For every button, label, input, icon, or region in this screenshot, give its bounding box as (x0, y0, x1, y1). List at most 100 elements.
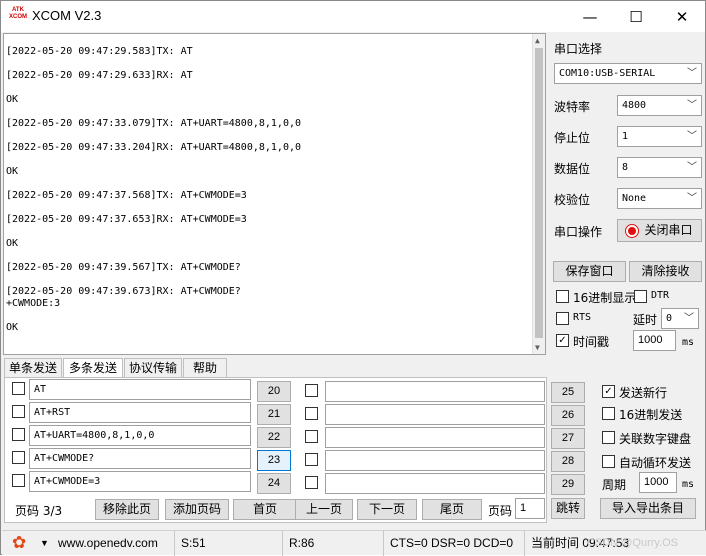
parity-value: None (622, 193, 647, 204)
close-button[interactable]: ✕ (659, 1, 705, 32)
multi-send-button[interactable]: 29 (551, 474, 585, 495)
period-unit: ms (682, 479, 695, 490)
receive-line: [2022-05-20 09:47:37.653]RX: AT+CWMODE=3 (6, 214, 247, 225)
period-input[interactable]: 1000 (639, 472, 677, 493)
parity-select[interactable]: None ﹀ (617, 188, 702, 209)
tab-single-send[interactable]: 单条发送 (4, 358, 62, 378)
multi-send-field[interactable]: AT (29, 379, 251, 400)
port-op-label: 串口操作 (554, 225, 603, 239)
auto-loop-label: 自动循环发送 (619, 456, 692, 470)
tab-protocol[interactable]: 协议传输 (124, 358, 182, 378)
multi-send-field[interactable] (325, 404, 545, 425)
multi-send-button[interactable]: 28 (551, 451, 585, 472)
baud-select[interactable]: 4800 ﹀ (617, 95, 702, 116)
multi-send-button[interactable]: 26 (551, 405, 585, 426)
clear-receive-button[interactable]: 清除接收 (629, 261, 702, 282)
minimize-button[interactable]: — (567, 1, 613, 32)
maximize-button[interactable]: ☐ (613, 1, 659, 32)
multi-checkbox[interactable] (305, 453, 318, 466)
chevron-down-icon: ﹀ (684, 313, 694, 324)
timestamp-checkbox[interactable]: ✓ (556, 334, 569, 347)
multi-checkbox[interactable] (305, 384, 318, 397)
remove-page-button[interactable]: 移除此页 (95, 499, 159, 520)
baud-value: 4800 (622, 100, 647, 111)
multi-send-button[interactable]: 25 (551, 382, 585, 403)
databits-label: 数据位 (554, 162, 591, 176)
hex-send-label: 16进制发送 (619, 408, 683, 422)
tab-multi-send[interactable]: 多条发送 (63, 358, 123, 378)
databits-select[interactable]: 8 ﹀ (617, 157, 702, 178)
prev-page-button[interactable]: 上一页 (295, 499, 353, 520)
chevron-down-icon: ﹀ (687, 131, 697, 142)
baud-label: 波特率 (554, 100, 591, 114)
multi-send-field[interactable] (325, 473, 545, 494)
multi-checkbox[interactable] (305, 430, 318, 443)
port-label: 串口选择 (554, 42, 603, 56)
import-export-button[interactable]: 导入导出条目 (600, 498, 696, 519)
multi-checkbox[interactable] (305, 476, 318, 489)
stopbits-select[interactable]: 1 ﹀ (617, 126, 702, 147)
scroll-thumb[interactable] (535, 48, 543, 338)
receive-textarea[interactable]: [2022-05-20 09:47:29.583]TX: AT [2022-05… (3, 33, 546, 355)
send-newline-label: 发送新行 (619, 386, 668, 400)
hex-display-checkbox[interactable] (556, 290, 569, 303)
title-bar: ATK XCOM XCOM V2.3 — ☐ ✕ (1, 1, 705, 32)
link-keypad-checkbox[interactable] (602, 431, 615, 444)
multi-send-field[interactable] (325, 450, 545, 471)
close-port-button[interactable]: 关闭串口 (617, 219, 702, 242)
page-number-input[interactable]: 1 (515, 498, 545, 519)
multi-checkbox[interactable] (12, 405, 25, 418)
multi-checkbox[interactable] (305, 407, 318, 420)
multi-send-button[interactable]: 20 (257, 381, 291, 402)
multi-checkbox[interactable] (12, 428, 25, 441)
last-page-button[interactable]: 尾页 (422, 499, 482, 520)
first-page-button[interactable]: 首页 (233, 499, 297, 520)
status-website[interactable]: www.openedv.com (52, 531, 175, 556)
port-value: COM10:USB-SERIAL (559, 68, 656, 79)
gear-icon[interactable]: ✿ (12, 534, 26, 552)
send-newline-checkbox[interactable]: ✓ (602, 385, 615, 398)
jump-button[interactable]: 跳转 (551, 498, 585, 519)
receive-line: [2022-05-20 09:47:29.583]TX: AT (6, 46, 193, 57)
multi-checkbox[interactable] (12, 382, 25, 395)
port-select[interactable]: COM10:USB-SERIAL ﹀ (554, 63, 702, 84)
add-page-button[interactable]: 添加页码 (165, 499, 229, 520)
multi-checkbox[interactable] (12, 451, 25, 464)
save-window-button[interactable]: 保存窗口 (553, 261, 626, 282)
multi-send-field[interactable]: AT+RST (29, 402, 251, 423)
multi-checkbox[interactable] (12, 474, 25, 487)
delay-select[interactable]: 0 ﹀ (661, 308, 699, 329)
hex-send-checkbox[interactable] (602, 407, 615, 420)
multi-send-field[interactable]: AT+CWMODE? (29, 448, 251, 469)
multi-send-field[interactable]: AT+UART=4800,8,1,0,0 (29, 425, 251, 446)
multi-send-button[interactable]: 24 (257, 473, 291, 494)
receive-line: [2022-05-20 09:47:39.567]TX: AT+CWMODE? (6, 262, 241, 273)
databits-value: 8 (622, 162, 629, 173)
multi-send-field[interactable] (325, 427, 545, 448)
receive-line: [2022-05-20 09:47:33.079]TX: AT+UART=480… (6, 118, 302, 129)
tab-help[interactable]: 帮助 (183, 358, 227, 378)
caret-down-icon[interactable]: ▼ (40, 538, 49, 548)
receive-scrollbar[interactable]: ▲ ▼ (532, 34, 545, 354)
receive-line: [2022-05-20 09:47:39.673]RX: AT+CWMODE? (6, 286, 241, 297)
receive-line: OK (6, 238, 19, 249)
scroll-up-icon[interactable]: ▲ (535, 36, 540, 45)
multi-send-button[interactable]: 21 (257, 404, 291, 425)
scroll-down-icon[interactable]: ▼ (535, 343, 540, 352)
multi-send-button[interactable]: 23 (257, 450, 291, 471)
multi-send-button[interactable]: 27 (551, 428, 585, 449)
receive-line: [2022-05-20 09:47:37.568]TX: AT+CWMODE=3 (6, 190, 247, 201)
multi-send-field[interactable]: AT+CWMODE=3 (29, 471, 251, 492)
timestamp-label: 时间戳 (573, 335, 610, 349)
multi-send-button[interactable]: 22 (257, 427, 291, 448)
status-sent-count: S:51 (175, 531, 283, 556)
auto-loop-checkbox[interactable] (602, 455, 615, 468)
multi-send-field[interactable] (325, 381, 545, 402)
rts-checkbox[interactable] (556, 312, 569, 325)
delay-value: 0 (666, 313, 673, 324)
timestamp-interval-input[interactable]: 1000 (633, 330, 676, 351)
chevron-down-icon: ﹀ (687, 193, 697, 204)
status-bar: ✿ ▼ www.openedv.com S:51 R:86 CTS=0 DSR=… (2, 530, 706, 556)
next-page-button[interactable]: 下一页 (357, 499, 417, 520)
dtr-checkbox[interactable] (634, 290, 647, 303)
